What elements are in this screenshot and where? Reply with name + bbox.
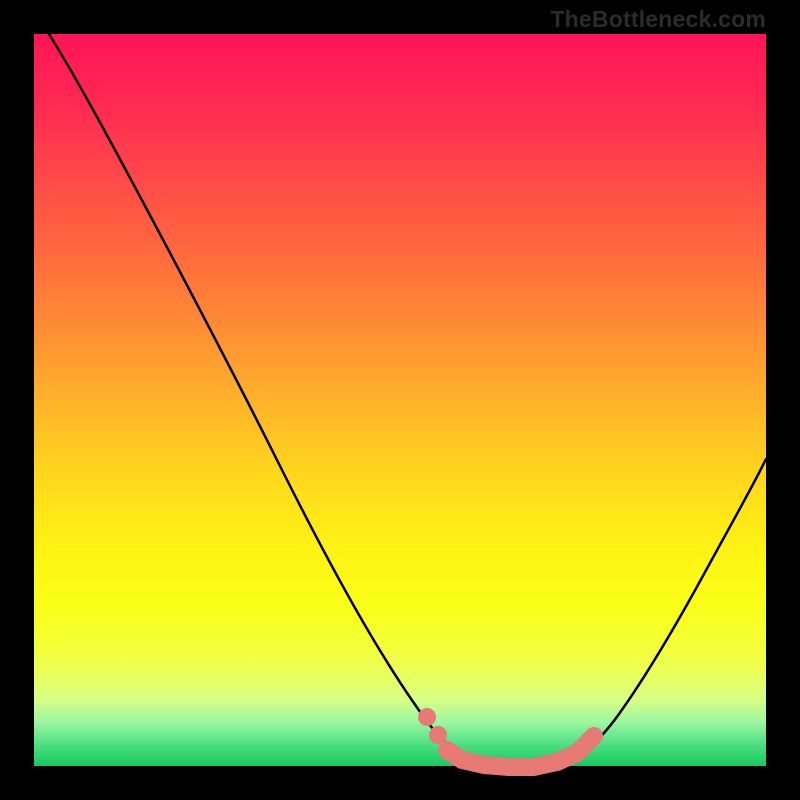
chart-frame: TheBottleneck.com	[0, 0, 800, 800]
curve-svg	[34, 34, 766, 766]
bottleneck-curve	[49, 34, 766, 767]
marker-dot	[429, 726, 447, 744]
optimal-region-marker	[447, 736, 594, 767]
attribution-label: TheBottleneck.com	[550, 6, 766, 33]
plot-area	[34, 34, 766, 766]
marker-dot	[418, 708, 436, 726]
